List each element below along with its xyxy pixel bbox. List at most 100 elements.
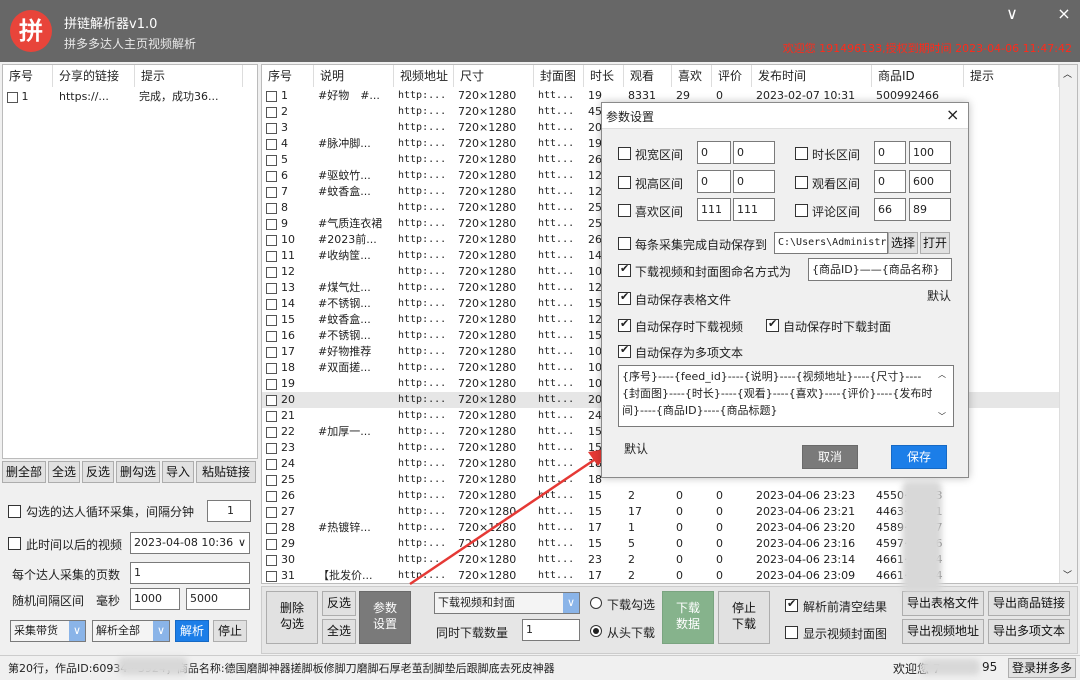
scroll-up-icon[interactable]: ︿	[1063, 67, 1072, 80]
row-checkbox[interactable]	[266, 234, 277, 246]
export-goods-links-button[interactable]: 导出商品链接	[988, 591, 1070, 616]
select-all-button[interactable]: 全选	[48, 461, 80, 483]
scroll-up-icon[interactable]: ︿	[938, 369, 946, 380]
row-checkbox[interactable]	[266, 138, 277, 150]
login-pdd-button[interactable]: 登录拼多多	[1008, 658, 1076, 678]
paste-links-button[interactable]: 粘贴链接	[196, 461, 256, 483]
concurrent-input[interactable]: 1	[522, 619, 580, 641]
download-checked-radio[interactable]	[590, 597, 602, 609]
row-checkbox[interactable]	[266, 378, 277, 390]
views-range-checkbox[interactable]	[795, 176, 808, 189]
close-icon[interactable]: ×	[1052, 4, 1076, 23]
autosave-path-input[interactable]: C:\Users\Administr	[774, 232, 888, 254]
params-settings-button[interactable]: 参数 设置	[359, 591, 411, 644]
text-template-textarea[interactable]: {序号}----{feed_id}----{说明}----{视频地址}----{…	[618, 365, 954, 427]
delete-checked-button[interactable]: 删勾选	[116, 461, 160, 483]
stop-button[interactable]: 停止	[213, 620, 247, 642]
download-data-button[interactable]: 下载 数据	[662, 591, 714, 644]
col-header-2[interactable]: 视频地址	[394, 65, 454, 87]
row-checkbox[interactable]	[266, 474, 277, 486]
col-header-3[interactable]: 尺寸	[454, 65, 534, 87]
scroll-down-icon[interactable]: ﹀	[1063, 568, 1072, 581]
row-checkbox[interactable]	[266, 506, 277, 518]
row-checkbox[interactable]	[266, 490, 277, 502]
naming-checkbox[interactable]	[618, 262, 631, 277]
interval-min-input[interactable]: 1000	[130, 588, 180, 610]
row-checkbox[interactable]	[266, 330, 277, 342]
export-table-button[interactable]: 导出表格文件	[902, 591, 984, 616]
row-checkbox[interactable]	[266, 106, 277, 118]
export-multi-text-button[interactable]: 导出多项文本	[988, 619, 1070, 644]
vertical-scrollbar[interactable]: ︿ ﹀	[1059, 65, 1077, 583]
autosave-text-checkbox[interactable]	[618, 343, 631, 358]
pages-input[interactable]: 1	[130, 562, 250, 584]
after-time-picker[interactable]: 2023-04-08 10:36 ∨	[130, 532, 250, 554]
autosave-path-checkbox[interactable]	[618, 237, 631, 250]
grid-invert-button[interactable]: 反选	[322, 591, 356, 616]
invert-selection-button[interactable]: 反选	[82, 461, 114, 483]
row-checkbox[interactable]	[266, 282, 277, 294]
row-checkbox[interactable]	[266, 186, 277, 198]
col-header-11[interactable]: 提示	[964, 65, 1059, 87]
likes-range-checkbox[interactable]	[618, 204, 631, 217]
col-header-7[interactable]: 喜欢	[672, 65, 712, 87]
after-time-checkbox[interactable]	[8, 537, 21, 550]
row-checkbox[interactable]	[266, 458, 277, 470]
autosave-table-checkbox[interactable]	[618, 290, 631, 305]
row-checkbox[interactable]	[266, 170, 277, 182]
template-default-link[interactable]: 默认	[624, 440, 648, 457]
likes-range-min[interactable]: 111	[697, 198, 731, 221]
col-header-4[interactable]: 封面图	[534, 65, 584, 87]
views-range-min[interactable]: 0	[874, 170, 906, 193]
delete-all-button[interactable]: 删全部	[2, 461, 46, 483]
row-checkbox[interactable]	[266, 266, 277, 278]
row-checkbox[interactable]	[266, 298, 277, 310]
dialog-close-icon[interactable]: ×	[946, 105, 959, 124]
height-range-checkbox[interactable]	[618, 176, 631, 189]
autosave-video-checkbox[interactable]	[618, 317, 631, 332]
row-checkbox[interactable]	[266, 394, 277, 406]
dialog-cancel-button[interactable]: 取消	[802, 445, 858, 469]
interval-max-input[interactable]: 5000	[186, 588, 250, 610]
duration-range-min[interactable]: 0	[874, 141, 906, 164]
download-from-start-radio[interactable]	[590, 625, 602, 637]
autosave-cover-checkbox[interactable]	[766, 317, 779, 332]
comments-range-max[interactable]: 89	[909, 198, 951, 221]
mode-select[interactable]: 采集带货 ∨	[10, 620, 86, 642]
scroll-down-icon[interactable]: ﹀	[938, 411, 946, 422]
row-checkbox[interactable]	[266, 426, 277, 438]
row-checkbox[interactable]	[266, 522, 277, 534]
naming-input[interactable]: {商品ID}——{商品名称}	[808, 258, 952, 281]
height-range-min[interactable]: 0	[697, 170, 731, 193]
row-checkbox[interactable]	[266, 554, 277, 566]
col-header-1[interactable]: 说明	[314, 65, 394, 87]
row-checkbox[interactable]	[266, 362, 277, 374]
stop-download-button[interactable]: 停止 下载	[718, 591, 770, 644]
col-header-6[interactable]: 观看	[624, 65, 672, 87]
minimize-icon[interactable]: ∨	[1000, 4, 1024, 23]
row-checkbox[interactable]	[266, 154, 277, 166]
width-range-max[interactable]: 0	[733, 141, 775, 164]
row-checkbox[interactable]	[266, 250, 277, 262]
show-cover-checkbox[interactable]	[785, 626, 798, 639]
dialog-save-button[interactable]: 保存	[891, 445, 947, 469]
row-checkbox[interactable]	[266, 90, 277, 102]
col-header-10[interactable]: 商品ID	[872, 65, 964, 87]
duration-range-max[interactable]: 100	[909, 141, 951, 164]
views-range-max[interactable]: 600	[909, 170, 951, 193]
choose-folder-button[interactable]: 选择	[888, 232, 918, 254]
export-video-urls-button[interactable]: 导出视频地址	[902, 619, 984, 644]
row-checkbox[interactable]	[266, 570, 277, 582]
row-checkbox[interactable]	[266, 410, 277, 422]
width-range-min[interactable]: 0	[697, 141, 731, 164]
list-item[interactable]: 1 https://... 完成，成功36...	[3, 89, 243, 105]
naming-default-link[interactable]: 默认	[927, 287, 951, 304]
row-checkbox[interactable]	[266, 314, 277, 326]
likes-range-max[interactable]: 111	[733, 198, 775, 221]
col-header-8[interactable]: 评价	[712, 65, 752, 87]
parse-scope-select[interactable]: 解析全部 ∨	[92, 620, 170, 642]
download-type-select[interactable]: 下载视频和封面 ∨	[434, 592, 580, 614]
loop-interval-input[interactable]: 1	[207, 500, 251, 522]
row-checkbox[interactable]	[266, 122, 277, 134]
row-checkbox[interactable]	[7, 91, 18, 103]
